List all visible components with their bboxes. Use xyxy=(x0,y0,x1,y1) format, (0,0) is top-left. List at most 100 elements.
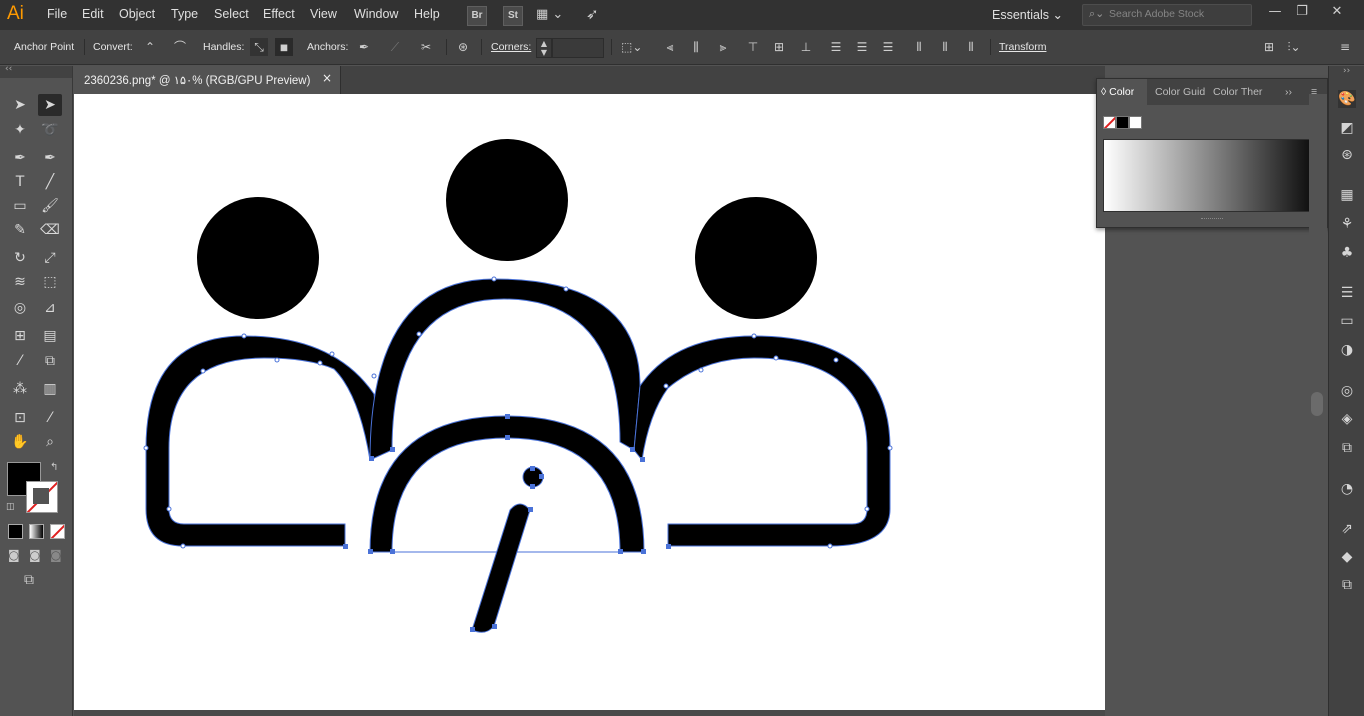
layers-icon[interactable]: ◆ xyxy=(1338,548,1356,566)
rectangle-icon[interactable]: ▭ xyxy=(8,195,32,217)
arrange-documents-icon[interactable]: ▦ ⌄ xyxy=(536,7,563,22)
horizontal-scrollbar[interactable] xyxy=(74,710,1105,716)
align-bottom-icon[interactable]: ⊥ xyxy=(797,38,815,56)
align-hcenter-icon[interactable]: ⫼ xyxy=(687,38,705,56)
color-spectrum[interactable] xyxy=(1103,139,1310,212)
distribute-bottom-icon[interactable]: ☰ xyxy=(879,38,897,56)
artboard[interactable] xyxy=(74,94,1105,712)
menu-object[interactable]: Object xyxy=(119,7,155,21)
remove-anchor-icon[interactable]: ✒ xyxy=(355,38,373,56)
draw-behind-icon[interactable]: ◙ xyxy=(29,548,41,562)
curvature-icon[interactable]: ✒ xyxy=(38,147,62,169)
paintbrush-icon[interactable]: 🖌 xyxy=(38,195,62,217)
distribute-left-icon[interactable]: ⦀ xyxy=(910,38,928,56)
scale-icon[interactable]: ⤢ xyxy=(38,247,62,269)
transform-link[interactable]: Transform xyxy=(999,41,1046,53)
graphic-styles-icon[interactable]: ◈ xyxy=(1338,410,1356,428)
distribute-right-icon[interactable]: ⦀ xyxy=(962,38,980,56)
magic-wand-icon[interactable]: ✦ xyxy=(8,119,32,141)
arrange-icon[interactable]: ⊞ xyxy=(1260,38,1278,56)
eraser-icon[interactable]: ⌫ xyxy=(38,219,62,241)
convert-corner-icon[interactable]: ⌃ xyxy=(141,38,159,56)
tab-color-guide[interactable]: Color Guid xyxy=(1155,86,1205,98)
screen-mode-icon[interactable]: ⧉ xyxy=(24,572,34,588)
convert-smooth-icon[interactable]: ⌒ xyxy=(171,38,189,56)
line-icon[interactable]: ╱ xyxy=(38,171,62,193)
distribute-top-icon[interactable]: ☰ xyxy=(827,38,845,56)
color-themes-icon[interactable]: ⊛ xyxy=(1338,146,1356,164)
artboards-icon[interactable]: ⧉ xyxy=(1338,576,1356,594)
align-left-icon[interactable]: ⫷ xyxy=(661,38,679,56)
distribute-vcenter-icon[interactable]: ☰ xyxy=(853,38,871,56)
panel-resize-handle[interactable] xyxy=(1201,218,1223,222)
draw-inside-icon[interactable]: ◙ xyxy=(50,548,62,562)
perspective-icon[interactable]: ⊿ xyxy=(38,297,62,319)
brushes-icon[interactable]: ⚘ xyxy=(1338,215,1356,233)
export-icon[interactable]: ⇗ xyxy=(1338,520,1356,538)
cut-path-icon[interactable]: ✂ xyxy=(417,38,435,56)
hide-handles-icon[interactable]: ◾ xyxy=(275,38,293,56)
close-tab-icon[interactable]: × xyxy=(322,71,332,85)
menu-window[interactable]: Window xyxy=(354,7,398,21)
expand-panel-icon[interactable]: ›› xyxy=(1285,86,1292,98)
gpu-performance-icon[interactable]: ➶ xyxy=(586,5,599,23)
menu-effect[interactable]: Effect xyxy=(263,7,295,21)
swatches-icon[interactable]: ▦ xyxy=(1338,186,1356,204)
mesh-icon[interactable]: ⊞ xyxy=(8,325,32,347)
appearance-icon[interactable]: ◎ xyxy=(1338,382,1356,400)
color-guide-icon[interactable]: ◩ xyxy=(1338,119,1356,137)
maximize-button[interactable]: ❐ xyxy=(1291,4,1313,24)
warp-icon[interactable]: ≋ xyxy=(8,271,32,293)
menu-view[interactable]: View xyxy=(310,7,337,21)
menu-help[interactable]: Help xyxy=(414,7,440,21)
dock-scroll-thumb[interactable] xyxy=(1311,392,1323,416)
none-mode-icon[interactable] xyxy=(50,524,65,539)
slice-icon[interactable]: ⁄ xyxy=(38,407,62,429)
artboard-icon[interactable]: ⊡ xyxy=(8,407,32,429)
blend-icon[interactable]: ⧉ xyxy=(38,350,62,372)
free-transform-icon[interactable]: ⬚ xyxy=(38,271,62,293)
column-graph-icon[interactable]: ▥ xyxy=(38,378,62,400)
type-icon[interactable]: T xyxy=(8,171,32,193)
none-swatch[interactable] xyxy=(1103,116,1116,129)
document-tab[interactable]: 2360236.png* @ ۱۵۰% (RGB/GPU Preview) × xyxy=(74,66,341,94)
tab-color-themes[interactable]: Color Ther xyxy=(1213,86,1263,98)
direct-selection-icon[interactable]: ➤ xyxy=(38,94,62,116)
connect-anchors-icon[interactable]: ⟋ xyxy=(386,38,404,56)
panel-menu-icon[interactable]: ≡ xyxy=(1336,38,1354,56)
rotate-icon[interactable]: ↻ xyxy=(8,247,32,269)
isolate-object-icon[interactable]: ⊛ xyxy=(454,38,472,56)
color-mode-icon[interactable] xyxy=(8,524,23,539)
isolation-icon[interactable]: ⫶⌄ xyxy=(1285,38,1303,56)
artwork[interactable] xyxy=(74,94,1105,712)
eyedropper-icon[interactable]: ⁄ xyxy=(8,350,32,372)
symbol-sprayer-icon[interactable]: ⁂ xyxy=(8,378,32,400)
corners-stepper[interactable]: ▲ ▼ xyxy=(536,38,552,58)
color-icon[interactable]: 🎨 xyxy=(1338,90,1356,108)
default-colors-icon[interactable]: ◫ xyxy=(6,502,15,512)
show-handles-icon[interactable]: ⤡ xyxy=(250,38,268,56)
corners-radius-input[interactable] xyxy=(552,38,604,58)
swap-fill-stroke-icon[interactable]: ↰ xyxy=(50,462,58,473)
stock-button[interactable]: St xyxy=(503,6,523,26)
search-stock-input[interactable]: ⌕⌄ Search Adobe Stock xyxy=(1082,4,1252,26)
menu-edit[interactable]: Edit xyxy=(82,7,104,21)
transparency-icon[interactable]: ◑ xyxy=(1338,341,1356,359)
pen-icon[interactable]: ✒ xyxy=(8,147,32,169)
lasso-icon[interactable]: ➰ xyxy=(38,119,62,141)
tab-color[interactable]: ◊ Color xyxy=(1101,86,1134,98)
workspace-switcher[interactable]: Essentials ⌄ xyxy=(992,7,1063,22)
zoom-icon[interactable]: ⌕ xyxy=(38,431,62,453)
select-similar-icon[interactable]: ⬚⌄ xyxy=(621,38,642,56)
gradient-icon[interactable]: ▭ xyxy=(1338,312,1356,330)
distribute-hcenter-icon[interactable]: ⦀ xyxy=(936,38,954,56)
selection-icon[interactable]: ➤ xyxy=(8,94,32,116)
shape-builder-icon[interactable]: ◎ xyxy=(8,297,32,319)
draw-normal-icon[interactable]: ◙ xyxy=(8,548,20,562)
minimize-button[interactable]: — xyxy=(1264,4,1286,24)
menu-file[interactable]: File xyxy=(47,7,67,21)
menu-select[interactable]: Select xyxy=(214,7,249,21)
close-window-button[interactable]: ✕ xyxy=(1326,4,1348,24)
shaper-icon[interactable]: ✎ xyxy=(8,219,32,241)
hand-icon[interactable]: ✋ xyxy=(8,431,32,453)
